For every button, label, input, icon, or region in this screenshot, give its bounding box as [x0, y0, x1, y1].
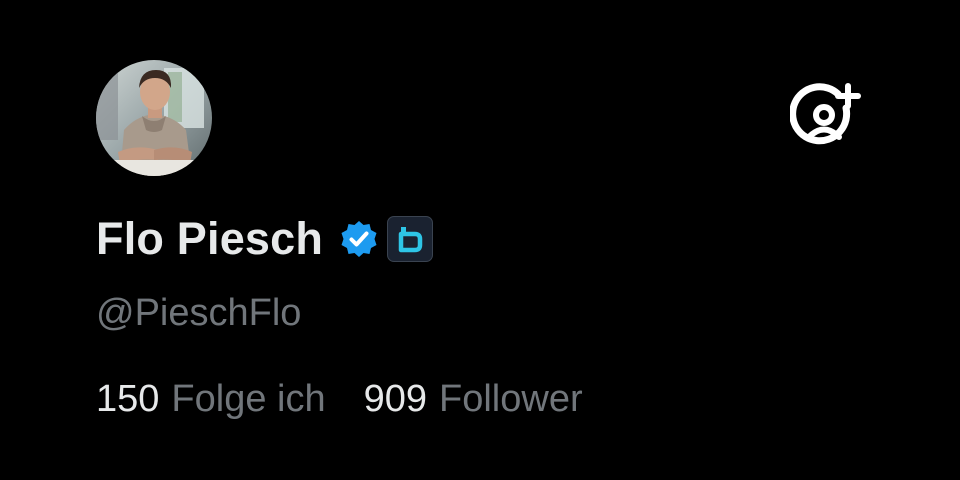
follow-button[interactable]	[789, 82, 864, 156]
avatar[interactable]	[96, 60, 212, 176]
person-add-icon	[789, 83, 861, 145]
profile-stats: 150 Folge ich 909 Follower	[96, 378, 583, 421]
verified-check-icon[interactable]	[339, 219, 379, 259]
profile-photo	[96, 60, 212, 176]
following-label: Folge ich	[171, 378, 326, 420]
followers-stat[interactable]: 909 Follower	[364, 378, 583, 421]
following-count: 150	[96, 378, 160, 420]
following-stat[interactable]: 150 Folge ich	[96, 378, 326, 421]
affiliate-b-icon	[398, 227, 423, 253]
display-name: Flo Piesch	[96, 213, 324, 264]
affiliate-badge[interactable]	[387, 216, 434, 262]
name-row: Flo Piesch	[96, 210, 434, 268]
username-handle: @PieschFlo	[96, 292, 302, 334]
followers-label: Follower	[439, 378, 583, 420]
followers-count: 909	[363, 378, 428, 420]
